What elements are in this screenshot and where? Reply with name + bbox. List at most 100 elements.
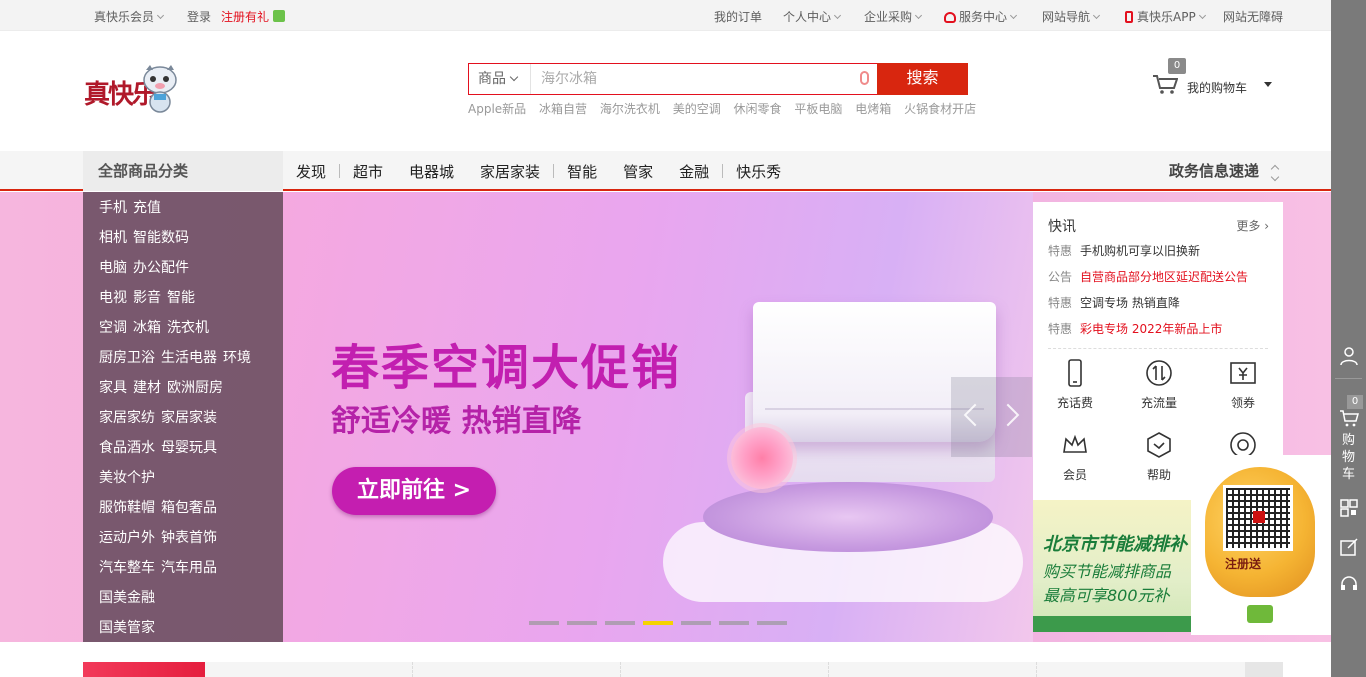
category-row[interactable]: 电脑 办公配件: [83, 258, 283, 288]
help-icon: [1147, 432, 1171, 458]
category-row[interactable]: 空调 冰箱 洗衣机: [83, 318, 283, 348]
member-menu[interactable]: 真快乐会员: [94, 8, 165, 25]
news-item[interactable]: 公告 自营商品部分地区延迟配送公告: [1048, 268, 1270, 294]
category-row[interactable]: 运动户外 钟表首饰: [83, 528, 283, 558]
search-category-select[interactable]: 商品: [469, 64, 531, 94]
category-row[interactable]: 电视 影音 智能: [83, 288, 283, 318]
category-row[interactable]: 相机 智能数码: [83, 228, 283, 258]
nav-item-supermarket[interactable]: 超市: [340, 161, 396, 182]
site-nav-menu[interactable]: 网站导航: [1042, 8, 1101, 25]
personal-center-menu[interactable]: 个人中心: [783, 8, 842, 25]
nav-item-finance[interactable]: 金融: [666, 161, 722, 182]
flash-sale-tab[interactable]: [83, 662, 205, 677]
app-label: 真快乐APP: [1137, 10, 1196, 24]
qr-code-float[interactable]: 注册送: [1191, 455, 1331, 635]
all-categories-button[interactable]: 全部商品分类: [83, 151, 283, 191]
hot-keyword[interactable]: Apple新品: [468, 102, 526, 116]
hot-keyword[interactable]: 美的空调: [673, 102, 721, 116]
arrow-left-icon[interactable]: [963, 403, 987, 427]
slide-dot[interactable]: [605, 621, 635, 625]
nav-item-home[interactable]: 家居家装: [467, 161, 553, 182]
service-recharge-phone[interactable]: 充话费: [1033, 358, 1117, 428]
arrow-right-icon[interactable]: [996, 403, 1020, 427]
hot-keyword[interactable]: 火锅食材开店: [904, 102, 976, 116]
qr-register-label: 注册送: [1225, 557, 1262, 571]
my-orders-link[interactable]: 我的订单: [714, 8, 762, 25]
nav-item-discover[interactable]: 发现: [283, 161, 339, 182]
slide-dot[interactable]: [757, 621, 787, 625]
service-center-menu[interactable]: 服务中心: [944, 8, 1018, 25]
headset-icon[interactable]: [1339, 574, 1359, 594]
member-label: 真快乐会员: [94, 10, 155, 24]
service-recharge-data[interactable]: 充流量: [1117, 358, 1201, 428]
site-logo[interactable]: 真快乐: [84, 64, 184, 118]
category-row[interactable]: 厨房卫浴 生活电器 环境: [83, 348, 283, 378]
search-input[interactable]: [532, 64, 877, 94]
slide-dot[interactable]: [567, 621, 597, 625]
service-member[interactable]: 会员: [1033, 430, 1117, 500]
energy-ad-line1: 北京市节能减排补: [1043, 534, 1187, 555]
slide-dot[interactable]: [681, 621, 711, 625]
microphone-icon[interactable]: [860, 71, 869, 85]
service-center-label: 服务中心: [959, 10, 1008, 24]
category-row[interactable]: 食品酒水 母婴玩具: [83, 438, 283, 468]
app-menu[interactable]: 真快乐APP: [1125, 8, 1206, 25]
hot-keyword[interactable]: 冰箱自营: [539, 102, 587, 116]
service-help[interactable]: 帮助: [1117, 430, 1201, 500]
scroll-updown-icon[interactable]: [1270, 164, 1280, 182]
chevron-down-icon: [833, 11, 842, 20]
gift-icon: [273, 10, 286, 22]
slide-dot[interactable]: [529, 621, 559, 625]
slide-dot[interactable]: [719, 621, 749, 625]
category-row[interactable]: 家居家纺 家居家装: [83, 408, 283, 438]
user-icon[interactable]: [1339, 346, 1359, 366]
news-more-link[interactable]: 更多 ›: [1236, 217, 1269, 234]
right-sidebar: 0 购物车: [1331, 0, 1366, 677]
search-button[interactable]: 搜索: [877, 63, 968, 95]
divider: [1335, 378, 1362, 379]
hot-keyword[interactable]: 海尔洗衣机: [600, 102, 660, 116]
divider: [412, 662, 413, 677]
banner-slide[interactable]: 春季空调大促销 舒适冷暖 热销直降 立即前往 >: [283, 192, 1033, 642]
cart-button[interactable]: 0 我的购物车: [1152, 58, 1282, 104]
accessibility-link[interactable]: 网站无障碍: [1223, 8, 1283, 25]
hot-keyword[interactable]: 电烤箱: [855, 102, 891, 116]
qr-code-icon[interactable]: [1339, 498, 1359, 518]
nav-item-appliances[interactable]: 电器城: [396, 161, 467, 182]
category-row[interactable]: 手机 充值: [83, 198, 283, 228]
category-row[interactable]: 汽车整车 汽车用品: [83, 558, 283, 588]
cart-icon[interactable]: [1339, 408, 1359, 428]
category-row[interactable]: 家具 建材 欧洲厨房: [83, 378, 283, 408]
category-row[interactable]: 服饰鞋帽 箱包奢品: [83, 498, 283, 528]
service-coupon[interactable]: 领券: [1201, 358, 1285, 428]
slide-dot-active[interactable]: [643, 621, 673, 625]
hot-keyword[interactable]: 休闲零食: [734, 102, 782, 116]
login-link[interactable]: 登录: [187, 8, 211, 25]
sidebar-cart-label[interactable]: 购物车: [1342, 432, 1356, 483]
register-link[interactable]: 注册有礼: [221, 8, 286, 25]
category-row[interactable]: 国美金融: [83, 588, 283, 618]
nav-item-show[interactable]: 快乐秀: [723, 161, 794, 182]
news-item[interactable]: 特惠 彩电专场 2022年新品上市: [1048, 320, 1270, 346]
enterprise-menu[interactable]: 企业采购: [864, 8, 923, 25]
news-item[interactable]: 特惠 空调专场 热销直降: [1048, 294, 1270, 320]
search-bar: 商品 搜索: [468, 63, 968, 95]
crown-icon: [1063, 434, 1087, 453]
enterprise-label: 企业采购: [864, 10, 913, 24]
headset-icon: [944, 12, 956, 23]
news-item[interactable]: 特惠 手机购机可享以旧换新: [1048, 242, 1270, 268]
gov-info-link[interactable]: 政务信息速递: [1169, 151, 1259, 191]
news-title: 快讯: [1048, 219, 1076, 235]
basket-decoration: [1247, 605, 1273, 623]
news-list: 特惠 手机购机可享以旧换新 公告 自营商品部分地区延迟配送公告 特惠 空调专场 热销直…: [1048, 242, 1270, 346]
phone-icon: [1125, 11, 1133, 23]
hot-keyword[interactable]: 平板电脑: [794, 102, 842, 116]
nav-item-butler[interactable]: 管家: [610, 161, 666, 182]
category-row[interactable]: 美妆个护: [83, 468, 283, 498]
edit-icon[interactable]: [1339, 537, 1359, 557]
nav-item-smart[interactable]: 智能: [554, 161, 610, 182]
scroll-right-button[interactable]: [1245, 662, 1283, 677]
category-row[interactable]: 国美管家: [83, 618, 283, 648]
banner-cta-button[interactable]: 立即前往 >: [332, 467, 496, 515]
top-bar: 真快乐会员 登录 注册有礼 我的订单 个人中心 企业采购 服务中心 网站导航 真…: [0, 0, 1331, 31]
